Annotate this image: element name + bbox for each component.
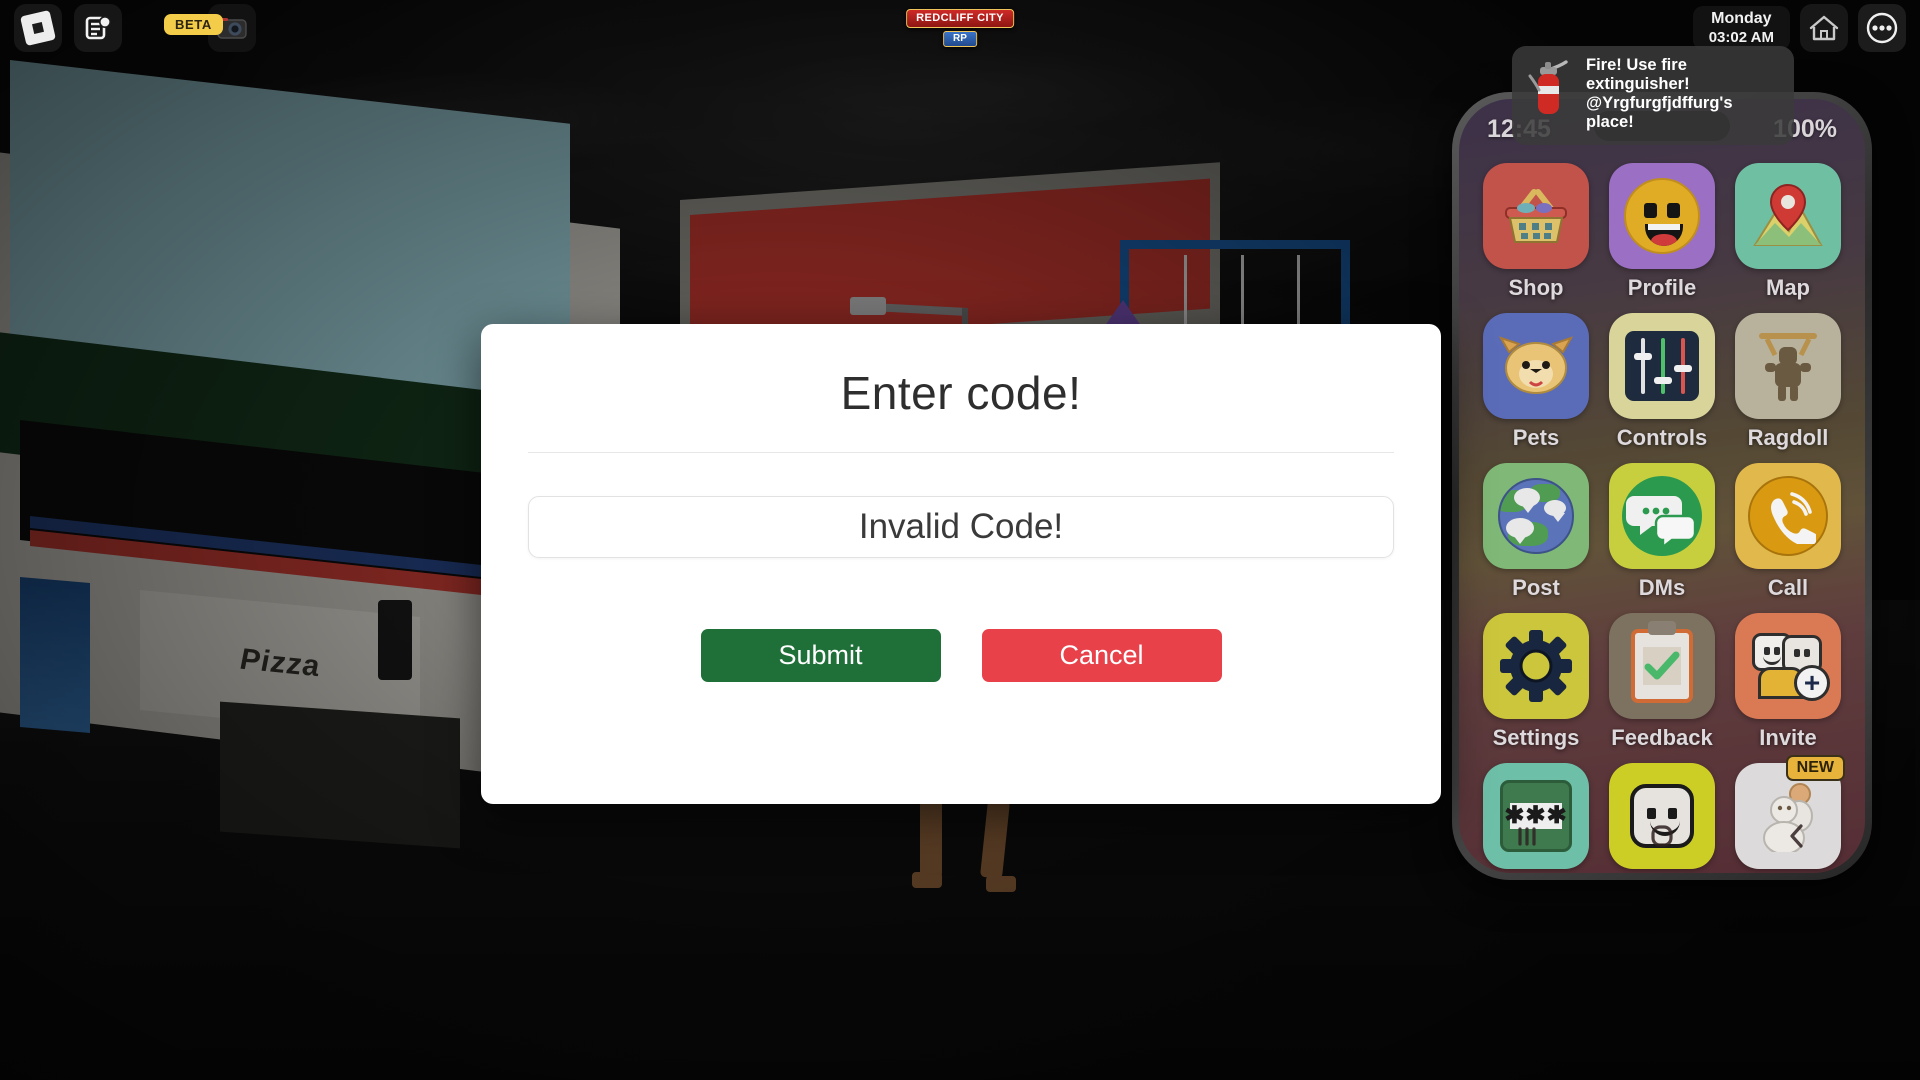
app-label-map: Map xyxy=(1766,275,1810,300)
app-label-ragdoll: Ragdoll xyxy=(1747,425,1829,450)
shopping-basket-icon xyxy=(1505,189,1567,243)
app-tile-map[interactable] xyxy=(1735,163,1841,269)
app-call[interactable]: Call xyxy=(1725,455,1851,601)
map-pin-icon xyxy=(1753,183,1823,246)
roblox-menu-button[interactable] xyxy=(14,4,62,52)
phone-screen: 12:45 100% xyxy=(1459,99,1865,873)
recents-icon[interactable] xyxy=(1510,821,1544,856)
app-tile-shop[interactable] xyxy=(1483,163,1589,269)
app-label-profile: Profile xyxy=(1627,275,1697,300)
app-settings[interactable]: Settings xyxy=(1473,605,1599,751)
fire-extinguisher-icon xyxy=(1528,60,1568,114)
app-post[interactable]: Post xyxy=(1473,455,1599,601)
game-title-line1: REDCLIFF CITY xyxy=(906,9,1014,28)
phone-app-grid: Shop Profile Map Pets Controls Ragdoll P… xyxy=(1459,155,1865,873)
add-friend-icon: + xyxy=(1748,633,1830,701)
app-label-invite: Invite xyxy=(1759,725,1817,750)
app-label-pets: Pets xyxy=(1512,425,1560,450)
app-tile-profile[interactable] xyxy=(1609,163,1715,269)
more-options-icon xyxy=(1866,12,1898,44)
smiley-face-icon xyxy=(1624,178,1700,254)
app-shop[interactable]: Shop xyxy=(1473,155,1599,301)
gear-icon xyxy=(1500,630,1572,702)
game-clock: Monday 03:02 AM xyxy=(1692,5,1790,51)
app-controls[interactable]: Controls xyxy=(1599,305,1725,451)
new-badge: NEW xyxy=(1785,755,1845,781)
app-tile-dms[interactable] xyxy=(1609,463,1715,569)
app-tile-feedback[interactable] xyxy=(1609,613,1715,719)
app-invite[interactable]: + Invite xyxy=(1725,605,1851,751)
beta-badge: BETA xyxy=(164,14,223,35)
app-ragdoll[interactable]: Ragdoll xyxy=(1725,305,1851,451)
phone-call-icon xyxy=(1748,476,1828,556)
clock-day: Monday xyxy=(1711,9,1772,27)
sliders-icon xyxy=(1625,331,1699,401)
home-button[interactable] xyxy=(1800,4,1848,52)
back-chevron-icon[interactable] xyxy=(1780,821,1814,856)
app-tile-call[interactable] xyxy=(1735,463,1841,569)
topbar-right-group: Monday 03:02 AM xyxy=(1692,4,1906,52)
chat-notes-icon xyxy=(85,16,111,40)
ragdoll-figure-icon xyxy=(1759,333,1817,401)
app-tile-invite[interactable]: + xyxy=(1735,613,1841,719)
clock-time: 03:02 AM xyxy=(1708,28,1774,46)
game-title-line2: RP xyxy=(943,31,977,47)
app-label-feedback: Feedback xyxy=(1611,725,1713,750)
in-game-phone[interactable]: 12:45 100% xyxy=(1452,92,1872,880)
app-label-controls: Controls xyxy=(1616,425,1708,450)
app-label-settings: Settings xyxy=(1492,725,1580,750)
more-options-button[interactable] xyxy=(1858,4,1906,52)
app-pets[interactable]: Pets xyxy=(1473,305,1599,451)
app-tile-post[interactable] xyxy=(1483,463,1589,569)
phone-nav-bar xyxy=(1459,811,1865,865)
app-label-dms: DMs xyxy=(1638,575,1686,600)
chat-button[interactable] xyxy=(74,4,122,52)
code-input[interactable]: Invalid Code! xyxy=(528,496,1394,558)
app-label-call: Call xyxy=(1767,575,1809,600)
dialog-actions: Submit Cancel xyxy=(700,629,1222,682)
home-icon xyxy=(1809,15,1839,41)
home-circle-icon[interactable] xyxy=(1645,821,1679,856)
speech-bubbles-icon xyxy=(1622,476,1702,556)
globe-speech-icon xyxy=(1498,478,1574,554)
app-tile-ragdoll[interactable] xyxy=(1735,313,1841,419)
notification-text: Fire! Use fire extinguisher! @Yrgfurgfjd… xyxy=(1586,56,1733,132)
app-map[interactable]: Map xyxy=(1725,155,1851,301)
app-profile[interactable]: Profile xyxy=(1599,155,1725,301)
cancel-button[interactable]: Cancel xyxy=(981,629,1222,682)
app-tile-controls[interactable] xyxy=(1609,313,1715,419)
app-label-post: Post xyxy=(1512,575,1560,600)
game-title-logo: REDCLIFF CITY RP xyxy=(906,8,1014,47)
notification-toast[interactable]: Fire! Use fire extinguisher! @Yrgfurgfjd… xyxy=(1512,46,1794,145)
clipboard-check-icon xyxy=(1631,621,1693,703)
dialog-divider xyxy=(528,452,1394,453)
app-feedback[interactable]: Feedback xyxy=(1599,605,1725,751)
enter-code-dialog: Enter code! Invalid Code! Submit Cancel xyxy=(481,324,1441,804)
app-dms[interactable]: DMs xyxy=(1599,455,1725,601)
app-tile-settings[interactable] xyxy=(1483,613,1589,719)
app-tile-pets[interactable] xyxy=(1483,313,1589,419)
dog-icon xyxy=(1498,336,1574,394)
submit-button[interactable]: Submit xyxy=(700,629,941,682)
dialog-title: Enter code! xyxy=(840,367,1082,419)
roblox-logo-icon xyxy=(20,10,56,46)
app-label-shop: Shop xyxy=(1508,275,1564,300)
